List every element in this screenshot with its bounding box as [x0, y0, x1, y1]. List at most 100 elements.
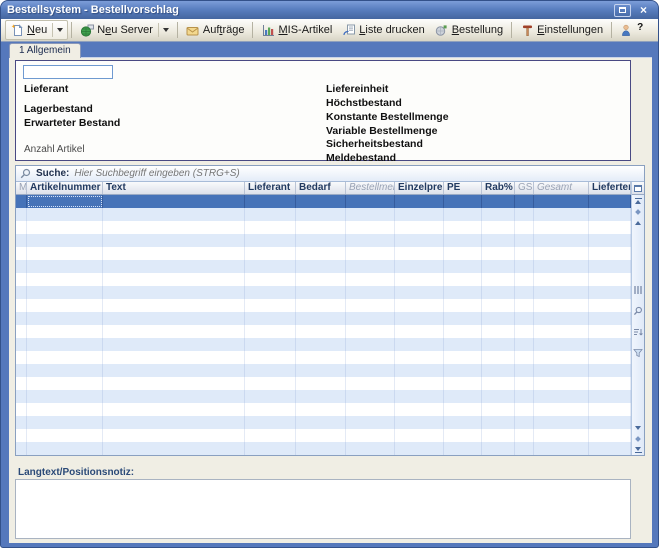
column-header-text[interactable]: Text	[103, 182, 245, 194]
column-header-bedarf[interactable]: Bedarf	[296, 182, 346, 194]
table-cell	[16, 403, 27, 416]
table-cell	[245, 442, 296, 455]
table-row[interactable]	[16, 273, 631, 286]
column-header-gs[interactable]: GS	[515, 182, 534, 194]
table-cell	[515, 429, 534, 442]
table-cell	[589, 260, 631, 273]
table-cell	[395, 286, 444, 299]
toolbar-separator	[511, 22, 512, 38]
column-header-rab-[interactable]: Rab%	[482, 182, 515, 194]
column-header-lieferant[interactable]: Lieferant	[245, 182, 296, 194]
table-cell	[103, 195, 245, 208]
table-cell	[245, 377, 296, 390]
table-cell	[346, 247, 395, 260]
band-columns-button[interactable]	[633, 282, 643, 300]
column-header-m[interactable]: M	[16, 182, 27, 194]
help-button[interactable]: ?	[615, 21, 648, 40]
table-row[interactable]	[16, 247, 631, 260]
table-cell	[515, 312, 534, 325]
einstellungen-button-label: Einstellungen	[537, 24, 603, 36]
mis-artikel-button[interactable]: MIS-Artikel	[256, 21, 337, 40]
table-cell	[27, 312, 103, 325]
table-cell	[27, 364, 103, 377]
search-panel-button[interactable]	[633, 303, 643, 321]
sort-button[interactable]	[633, 324, 643, 342]
table-row[interactable]	[16, 390, 631, 403]
liste-drucken-button[interactable]: Liste drucken	[337, 21, 429, 40]
table-row[interactable]	[16, 377, 631, 390]
table-row[interactable]	[16, 299, 631, 312]
column-header-gesamt[interactable]: Gesamt	[534, 182, 589, 194]
scroll-marker-icon	[635, 209, 641, 215]
table-row-selected[interactable]	[16, 195, 631, 208]
server-globe-icon	[80, 24, 94, 37]
neu-server-button[interactable]: Neu Server	[75, 20, 174, 40]
table-row[interactable]	[16, 429, 631, 442]
grid-header: MArtikelnummerTextLieferantBedarfBestell…	[16, 182, 631, 195]
table-row[interactable]	[16, 325, 631, 338]
lieferant-label: Lieferant	[24, 83, 68, 95]
table-cell	[245, 351, 296, 364]
restore-button[interactable]	[614, 4, 631, 17]
neu-server-dropdown-arrow-icon[interactable]	[158, 23, 169, 37]
table-row[interactable]	[16, 442, 631, 455]
auftraege-button[interactable]: Aufträge	[181, 21, 250, 40]
table-row[interactable]	[16, 338, 631, 351]
table-row[interactable]	[16, 260, 631, 273]
table-row[interactable]	[16, 403, 631, 416]
column-chooser-button[interactable]	[632, 182, 644, 195]
column-header-bestellmenge[interactable]: Bestellmenge	[346, 182, 395, 194]
table-cell	[27, 416, 103, 429]
scroll-down-button[interactable]	[632, 422, 644, 433]
scroll-marker-bottom[interactable]	[632, 433, 644, 444]
order-sphere-icon	[435, 24, 449, 37]
column-header-pe[interactable]: PE	[444, 182, 482, 194]
table-row[interactable]	[16, 221, 631, 234]
table-cell	[515, 403, 534, 416]
table-cell	[534, 260, 589, 273]
tab-allgemein[interactable]: 1 Allgemein	[9, 43, 81, 58]
table-row[interactable]	[16, 312, 631, 325]
bestellung-button[interactable]: Bestellung	[430, 21, 508, 40]
variable-bestellmenge-label: Variable Bestellmenge	[326, 125, 437, 137]
neu-dropdown-arrow-icon[interactable]	[52, 23, 63, 37]
neu-button[interactable]: Neu	[5, 20, 68, 40]
table-cell	[482, 390, 515, 403]
column-header-einzelpreis[interactable]: Einzelpreis	[395, 182, 444, 194]
table-cell	[515, 351, 534, 364]
table-cell	[245, 312, 296, 325]
scroll-up-button[interactable]	[632, 217, 644, 228]
close-button[interactable]: ×	[635, 4, 652, 17]
table-cell	[589, 351, 631, 364]
table-row[interactable]	[16, 208, 631, 221]
scroll-bottom-button[interactable]	[632, 444, 644, 455]
table-row[interactable]	[16, 351, 631, 364]
filter-button[interactable]	[633, 345, 643, 363]
table-cell	[245, 299, 296, 312]
table-cell	[515, 377, 534, 390]
column-header-artikelnummer[interactable]: Artikelnummer	[27, 182, 103, 194]
table-row[interactable]	[16, 286, 631, 299]
lagerbestand-label: Lagerbestand	[24, 103, 93, 115]
einstellungen-button[interactable]: Einstellungen	[515, 21, 608, 40]
table-cell	[27, 442, 103, 455]
table-cell	[346, 364, 395, 377]
langtext-textarea[interactable]	[15, 479, 631, 539]
article-number-input[interactable]	[23, 65, 113, 79]
table-row[interactable]	[16, 364, 631, 377]
table-cell	[444, 338, 482, 351]
search-label: Suche:	[36, 168, 69, 179]
table-cell	[482, 377, 515, 390]
scroll-marker-top[interactable]	[632, 206, 644, 217]
scroll-top-button[interactable]	[632, 195, 644, 206]
table-row[interactable]	[16, 234, 631, 247]
table-cell	[16, 247, 27, 260]
table-cell	[589, 312, 631, 325]
table-cell	[589, 299, 631, 312]
table-cell	[296, 312, 346, 325]
table-cell	[27, 234, 103, 247]
table-row[interactable]	[16, 416, 631, 429]
column-header-liefertermin[interactable]: Liefertermin	[589, 182, 631, 194]
table-cell	[346, 234, 395, 247]
search-input[interactable]	[74, 168, 640, 179]
